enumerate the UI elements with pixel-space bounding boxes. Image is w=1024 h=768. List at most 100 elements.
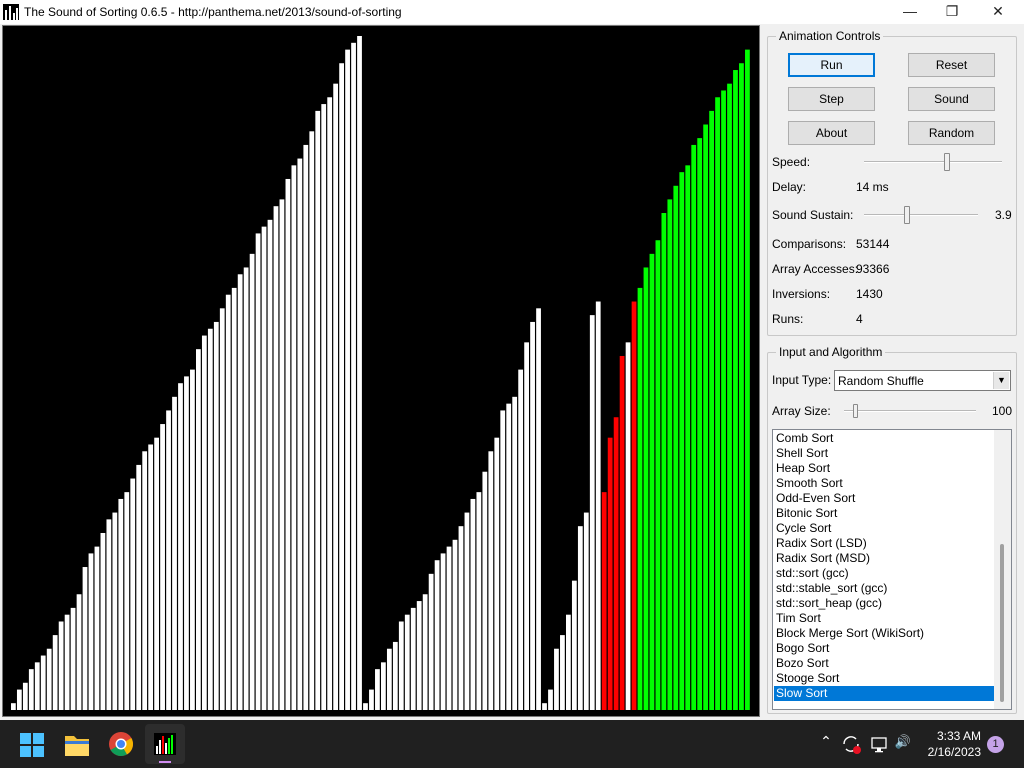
- network-icon[interactable]: [868, 732, 892, 756]
- scrollbar-thumb[interactable]: [1000, 544, 1004, 702]
- speed-slider-track[interactable]: [864, 161, 1002, 163]
- array-bar: [386, 648, 392, 710]
- about-button[interactable]: About: [788, 121, 875, 145]
- array-bar: [536, 308, 541, 710]
- algorithm-list-item[interactable]: Smooth Sort: [774, 476, 994, 491]
- array-bar: [667, 199, 673, 710]
- algorithm-list-item[interactable]: Block Merge Sort (WikiSort): [774, 626, 994, 641]
- array-bar: [685, 165, 691, 711]
- algorithm-list-item[interactable]: Radix Sort (MSD): [774, 551, 994, 566]
- algorithm-list-item[interactable]: Comb Sort: [774, 431, 994, 446]
- array-bar: [196, 349, 201, 710]
- chrome-icon[interactable]: [101, 724, 141, 764]
- array-bar: [184, 376, 189, 710]
- algorithm-list-item[interactable]: std::sort (gcc): [774, 566, 994, 581]
- array-bar: [577, 526, 583, 710]
- sustain-slider-track[interactable]: [864, 214, 978, 216]
- algorithm-list-item[interactable]: Heap Sort: [774, 461, 994, 476]
- array-bar: [225, 294, 231, 710]
- algorithm-list-item[interactable]: Bitonic Sort: [774, 506, 994, 521]
- array-bar: [267, 219, 273, 710]
- input-type-select[interactable]: Random Shuffle ▼: [834, 370, 1011, 391]
- array-size-value: 100: [992, 404, 1013, 418]
- array-bar: [625, 342, 631, 710]
- algorithm-list-item[interactable]: Tim Sort: [774, 611, 994, 626]
- speaker-icon[interactable]: 🔊: [892, 734, 914, 750]
- array-bar: [88, 553, 94, 710]
- algorithm-list-item[interactable]: Odd-Even Sort: [774, 491, 994, 506]
- array-bar: [160, 424, 165, 710]
- sound-sustain-label: Sound Sustain:: [772, 208, 854, 222]
- array-bar: [601, 492, 607, 710]
- array-size-slider-track[interactable]: [844, 410, 976, 412]
- animation-controls-title: Animation Controls: [776, 29, 884, 43]
- sound-button[interactable]: Sound: [908, 87, 995, 111]
- array-bar: [363, 703, 368, 710]
- array-bar: [673, 185, 679, 710]
- step-button[interactable]: Step: [788, 87, 875, 111]
- array-bar: [315, 110, 321, 710]
- array-bar: [237, 274, 243, 710]
- close-button[interactable]: ✕: [975, 0, 1021, 24]
- array-size-slider-thumb[interactable]: [852, 404, 858, 418]
- algorithm-list-item[interactable]: std::stable_sort (gcc): [774, 581, 994, 596]
- array-bar: [583, 512, 589, 710]
- array-accesses-label: Array Accesses:: [772, 262, 859, 276]
- algorithm-list-item[interactable]: std::sort_heap (gcc): [774, 596, 994, 611]
- windows-start-icon[interactable]: [12, 724, 52, 764]
- array-bar: [207, 328, 213, 710]
- delay-label: Delay:: [772, 180, 807, 194]
- array-bar: [691, 144, 697, 710]
- array-bar: [404, 614, 410, 710]
- inversions-label: Inversions:: [772, 287, 831, 301]
- algorithm-list-item[interactable]: Radix Sort (LSD): [774, 536, 994, 551]
- array-bar: [327, 97, 333, 710]
- array-bars: [11, 36, 750, 711]
- array-bar: [82, 567, 88, 710]
- array-bar: [112, 512, 118, 710]
- maximize-button[interactable]: ❐: [929, 0, 975, 24]
- run-button[interactable]: Run: [788, 53, 875, 77]
- sync-icon[interactable]: [839, 732, 863, 756]
- array-bar: [655, 240, 661, 711]
- file-explorer-icon[interactable]: [57, 724, 97, 764]
- array-bar: [219, 308, 225, 710]
- sort-visualization-canvas[interactable]: [2, 25, 760, 717]
- array-bar: [321, 104, 327, 710]
- algorithm-list-item[interactable]: Slow Sort: [774, 686, 994, 701]
- algorithm-list-item[interactable]: Stooge Sort: [774, 671, 994, 686]
- clock-date[interactable]: 2/16/2023: [915, 745, 981, 759]
- array-bar: [381, 662, 386, 710]
- clock-time[interactable]: 3:33 AM: [915, 729, 981, 743]
- minimize-button[interactable]: —: [887, 0, 933, 24]
- chevron-down-icon[interactable]: ▼: [993, 372, 1009, 389]
- array-bar: [16, 689, 22, 710]
- array-bar: [249, 253, 255, 711]
- reset-button[interactable]: Reset: [908, 53, 995, 77]
- algorithm-list-item[interactable]: Cycle Sort: [774, 521, 994, 536]
- algorithm-list-item[interactable]: Shell Sort: [774, 446, 994, 461]
- notification-badge[interactable]: 1: [987, 736, 1004, 753]
- array-bar: [434, 560, 440, 710]
- comparisons-label: Comparisons:: [772, 237, 847, 251]
- array-bar: [285, 178, 291, 711]
- array-bar: [11, 703, 16, 710]
- runs-label: Runs:: [772, 312, 804, 326]
- array-bar: [148, 444, 154, 710]
- array-bar: [458, 526, 464, 710]
- algorithm-list[interactable]: Comb Sort Shell Sort Heap Sort Smooth Sort O…: [772, 429, 1012, 710]
- sustain-slider-thumb[interactable]: [904, 206, 911, 224]
- array-bar: [345, 49, 350, 711]
- array-bar: [703, 124, 709, 710]
- random-button[interactable]: Random: [908, 121, 995, 145]
- sound-of-sorting-taskbar-icon[interactable]: [145, 724, 185, 764]
- inversions-value: 1430: [856, 287, 883, 301]
- speed-slider-thumb[interactable]: [943, 153, 950, 171]
- algorithm-list-scrollbar[interactable]: [994, 430, 1011, 709]
- array-bar: [697, 138, 703, 710]
- algorithm-list-item[interactable]: Bogo Sort: [774, 641, 994, 656]
- algorithm-list-item[interactable]: Bozo Sort: [774, 656, 994, 671]
- chevron-up-icon[interactable]: ⌃: [816, 733, 836, 750]
- array-size-label: Array Size:: [772, 404, 831, 418]
- array-bar: [309, 131, 315, 710]
